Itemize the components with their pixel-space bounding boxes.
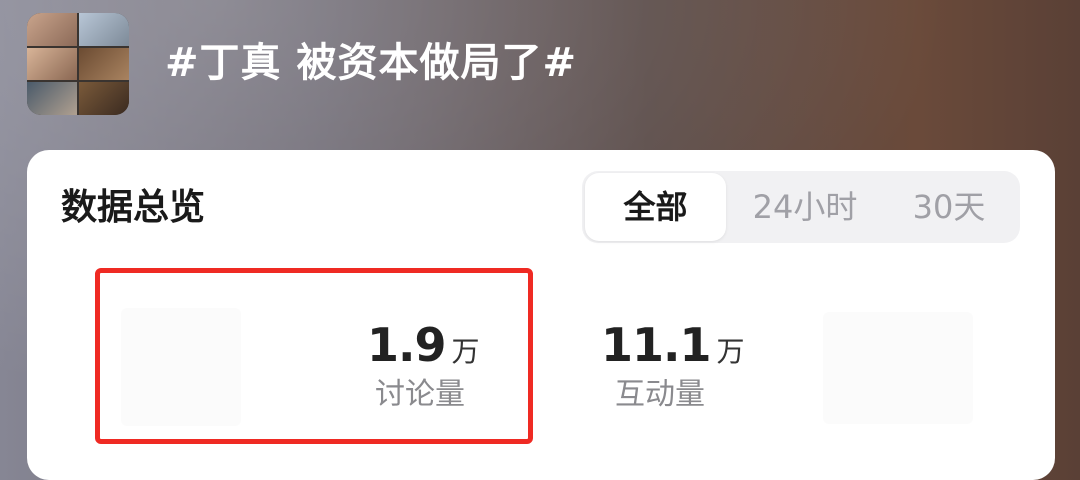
- tab-24-hours[interactable]: 24小时: [732, 173, 878, 241]
- thumbnail-photo: [79, 13, 129, 46]
- thumbnail-photo: [79, 82, 129, 115]
- thumbnail-photo: [27, 82, 77, 115]
- topic-title: #丁真 被资本做局了#: [165, 40, 577, 86]
- tab-30-days[interactable]: 30天: [884, 173, 1014, 241]
- topic-thumbnail[interactable]: [27, 13, 129, 115]
- tab-all[interactable]: 全部: [585, 173, 726, 241]
- time-range-segmented-control: 全部 24小时 30天: [582, 171, 1020, 243]
- thumbnail-photo: [27, 13, 77, 46]
- redacted-stat: [823, 312, 973, 424]
- section-title: 数据总览: [61, 187, 206, 228]
- thumbnail-photo: [27, 47, 77, 81]
- thumbnail-photo: [79, 47, 129, 81]
- interaction-count-value: 11.1 万: [601, 318, 745, 372]
- highlight-annotation-box: [95, 268, 533, 444]
- interaction-count-label: 互动量: [615, 377, 705, 412]
